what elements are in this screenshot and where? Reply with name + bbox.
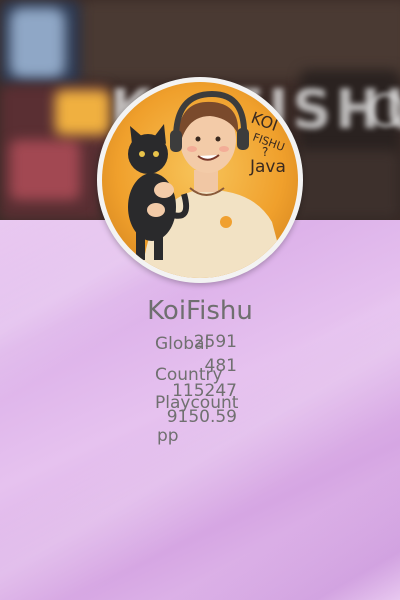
- user-avatar-illustration-icon: KOI FISHU ? Java: [102, 82, 298, 278]
- global-rank-value: 2591: [193, 332, 237, 352]
- profile-card: KOI FISHU ? Java KoiFishu Global 2591 Co…: [0, 0, 400, 600]
- username: KoiFishu: [147, 296, 253, 326]
- playcount-value: 115247: [172, 381, 237, 401]
- pp-unit: pp: [157, 426, 179, 446]
- svg-text:Java: Java: [249, 157, 286, 177]
- pp-value: 9150.59: [166, 407, 237, 427]
- banner-logo-icon: [368, 92, 400, 128]
- avatar[interactable]: KOI FISHU ? Java: [97, 77, 303, 283]
- country-rank-value: 481: [204, 356, 237, 376]
